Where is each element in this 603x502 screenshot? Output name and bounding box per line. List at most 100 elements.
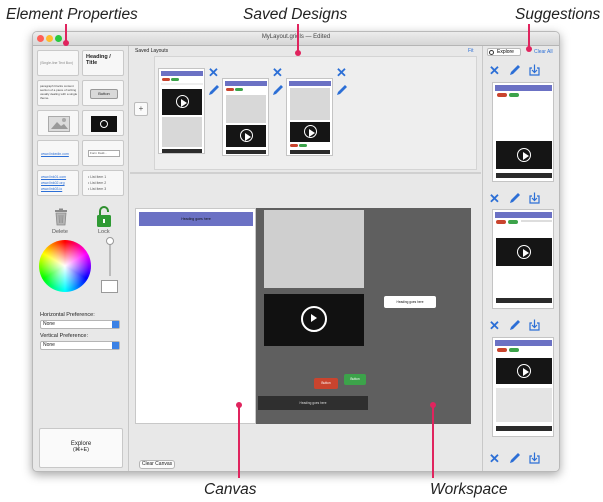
workspace-heading[interactable]: Heading goes here <box>384 296 436 308</box>
saved-design-1[interactable] <box>158 68 205 154</box>
button-tile[interactable]: Button <box>82 80 124 106</box>
vertical-preference-select[interactable]: None <box>40 341 120 350</box>
download-icon[interactable] <box>529 452 540 464</box>
green-button <box>508 220 518 224</box>
play-icon <box>517 364 531 378</box>
green-button <box>171 78 179 81</box>
paragraph-tile[interactable]: paragraph blocks content section of a pi… <box>37 80 79 106</box>
heading-bar <box>225 81 267 86</box>
paragraph-text: paragraph blocks content section of a pi… <box>40 84 78 100</box>
horizontal-preference-label: Horizontal Preference: <box>40 312 95 318</box>
link-tile[interactable]: www.linkedin.com <box>37 140 79 166</box>
red-button <box>497 93 507 97</box>
fit-link[interactable]: Fit <box>468 48 474 54</box>
red-button <box>496 220 506 224</box>
pointer-saved-designs <box>297 24 299 52</box>
delete-design-icon[interactable]: ✕ <box>272 66 283 79</box>
saved-design-3[interactable] <box>286 78 333 156</box>
pencil-icon[interactable] <box>509 64 521 76</box>
download-icon[interactable] <box>529 319 540 331</box>
red-button <box>497 348 507 352</box>
canvas-heading[interactable]: Heading goes here <box>139 212 253 226</box>
video-block <box>496 238 552 266</box>
workspace-green-button[interactable]: Button <box>344 374 366 385</box>
heading-bar <box>161 71 203 76</box>
text-input-tile[interactable]: (Single-line Text Box) <box>37 50 79 76</box>
links-list-item: www.link02.org <box>41 181 65 185</box>
annotation-canvas: Canvas <box>204 481 257 498</box>
annotation-suggestions: Suggestions <box>515 6 601 23</box>
green-button <box>509 93 519 97</box>
pointer-suggestions <box>528 24 530 48</box>
pencil-icon[interactable] <box>509 452 521 464</box>
image-placeholder <box>496 388 552 422</box>
dismiss-suggestion-icon[interactable]: ✕ <box>489 192 500 205</box>
footer-bar <box>290 150 330 154</box>
canvas-heading-text: Heading goes here <box>181 217 211 221</box>
window-title: MyLayout.gridls — Edited <box>261 34 331 40</box>
suggestion-1[interactable] <box>492 82 554 182</box>
text-input-placeholder: (Single-line Text Box) <box>40 61 74 65</box>
heading-bar <box>495 85 552 91</box>
brightness-slider-track[interactable] <box>109 240 111 276</box>
lock-icon[interactable] <box>96 206 112 228</box>
footer-bar <box>226 150 266 154</box>
horizontal-preference-value: None <box>43 321 55 327</box>
suggestions-panel: Explore Clear All ✕ ✕ ✕ ✕ <box>482 46 559 471</box>
heading-tile[interactable]: Heading / Title <box>82 50 124 76</box>
pencil-icon[interactable] <box>272 84 284 96</box>
image-placeholder <box>226 95 266 123</box>
delete-design-icon[interactable]: ✕ <box>336 66 347 79</box>
download-icon[interactable] <box>529 64 540 76</box>
workspace-bottom-bar[interactable]: Heading goes here <box>258 396 368 410</box>
lock-label: Lock <box>98 229 110 235</box>
suggestion-3[interactable] <box>492 337 554 437</box>
workspace-heading-text: Heading goes here <box>396 300 424 304</box>
horizontal-preference-select[interactable]: None <box>40 320 120 329</box>
pencil-icon[interactable] <box>509 319 521 331</box>
pencil-icon[interactable] <box>336 84 348 96</box>
saved-design-2[interactable] <box>222 78 269 156</box>
dismiss-suggestion-icon[interactable]: ✕ <box>489 319 500 332</box>
chevron-down-icon <box>112 321 119 328</box>
trash-icon[interactable] <box>54 208 68 226</box>
bullets-list-tile[interactable]: • List item 1 • List item 2 • List item … <box>82 170 124 196</box>
color-swatch[interactable] <box>101 280 118 293</box>
pointer-dot <box>236 402 242 408</box>
saved-layouts-panel: Saved Layouts Fit + ✕ ✕ ✕ <box>130 46 481 172</box>
delete-design-icon[interactable]: ✕ <box>208 66 219 79</box>
vertical-preference-label: Vertical Preference: <box>40 333 88 339</box>
explore-button[interactable]: Explore (⌘+E) <box>39 428 123 468</box>
explore-shortcut: (⌘+E) <box>72 447 90 453</box>
clear-canvas-button[interactable]: Clear Canvas <box>139 460 175 469</box>
add-layout-button[interactable]: + <box>134 102 148 116</box>
clear-all-link[interactable]: Clear All <box>534 49 553 55</box>
play-icon <box>240 129 253 142</box>
workspace-red-button[interactable]: Button <box>314 378 338 389</box>
workspace[interactable]: Heading goes here Button Button Heading … <box>256 208 471 424</box>
suggestion-2[interactable] <box>492 209 554 309</box>
dismiss-suggestion-icon[interactable]: ✕ <box>489 452 500 465</box>
dismiss-suggestion-icon[interactable]: ✕ <box>489 64 500 77</box>
heading-bar <box>495 212 552 218</box>
color-wheel[interactable] <box>39 240 91 292</box>
canvas[interactable]: Heading goes here <box>135 208 256 424</box>
link-text: www.linkedin.com <box>41 152 69 156</box>
links-list-tile[interactable]: www.link01.com www.link02.org www.link03… <box>37 170 79 196</box>
pencil-icon[interactable] <box>208 84 220 96</box>
video-block <box>496 358 552 384</box>
red-button <box>290 144 298 147</box>
workspace-image-placeholder[interactable] <box>264 210 364 288</box>
red-button <box>226 88 234 91</box>
pointer-dot <box>430 402 436 408</box>
footer-bar <box>496 298 552 303</box>
workspace-video[interactable] <box>264 294 364 346</box>
download-icon[interactable] <box>529 192 540 204</box>
text-field-tile[interactable]: Form Field... <box>82 140 124 166</box>
image-tile[interactable] <box>37 110 79 136</box>
annotation-saved-designs: Saved Designs <box>243 6 348 23</box>
video-tile[interactable] <box>82 110 124 136</box>
footer-bar <box>162 149 202 153</box>
brightness-slider-knob[interactable] <box>106 237 114 245</box>
pencil-icon[interactable] <box>509 192 521 204</box>
